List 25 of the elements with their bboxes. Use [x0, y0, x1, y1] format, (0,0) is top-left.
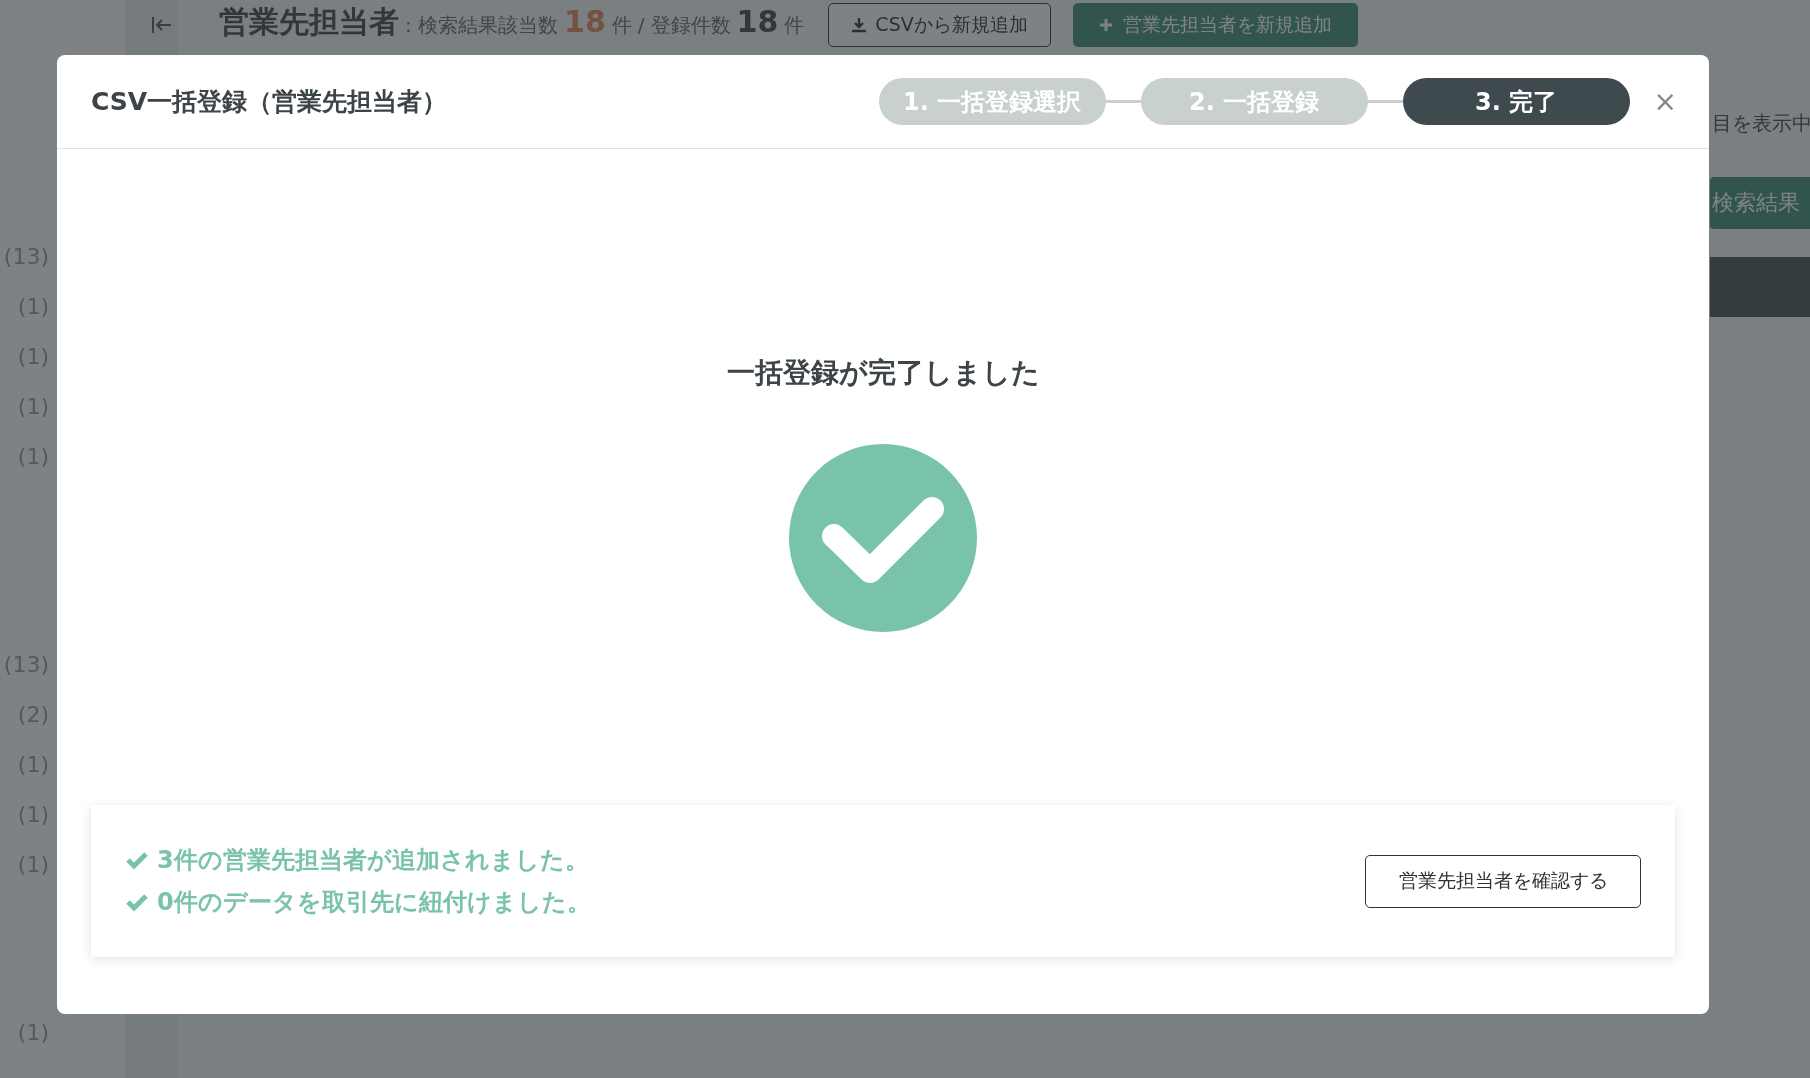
close-button[interactable]: × — [1647, 85, 1683, 118]
display-note: 目を表示中 — [1712, 110, 1810, 137]
result-label: : 検索結果該当数 — [405, 12, 559, 39]
result-count: 18 — [564, 4, 606, 39]
modal-title: CSV一括登録（営業先担当者） — [91, 86, 449, 118]
step-pill: 3. 完了 — [1402, 78, 1630, 125]
result-message: 3件の営業先担当者が追加されました。 — [157, 845, 589, 876]
csv-import-button[interactable]: CSVから新規追加 — [828, 2, 1051, 47]
confirm-button[interactable]: 営業先担当者を確認する — [1365, 854, 1641, 908]
total-unit: 件 — [784, 12, 805, 39]
total-label: 登録件数 — [650, 12, 731, 39]
success-check-icon — [789, 444, 977, 632]
page-title: 営業先担当者 — [219, 3, 399, 41]
check-icon — [125, 892, 149, 912]
download-icon — [851, 16, 868, 33]
check-icon — [125, 850, 149, 870]
result-unit: 件 — [611, 12, 632, 39]
add-button[interactable]: 営業先担当者を新規追加 — [1072, 2, 1358, 47]
collapse-icon[interactable] — [151, 15, 173, 34]
search-all-button[interactable]: 検索結果 — [1710, 177, 1810, 229]
plus-icon — [1098, 17, 1113, 32]
result-message: 0件のデータを取引先に紐付けました。 — [157, 887, 591, 918]
total-count: 18 — [736, 4, 779, 39]
separator: / — [637, 13, 645, 37]
completion-heading: 一括登録が完了しました — [726, 355, 1040, 391]
